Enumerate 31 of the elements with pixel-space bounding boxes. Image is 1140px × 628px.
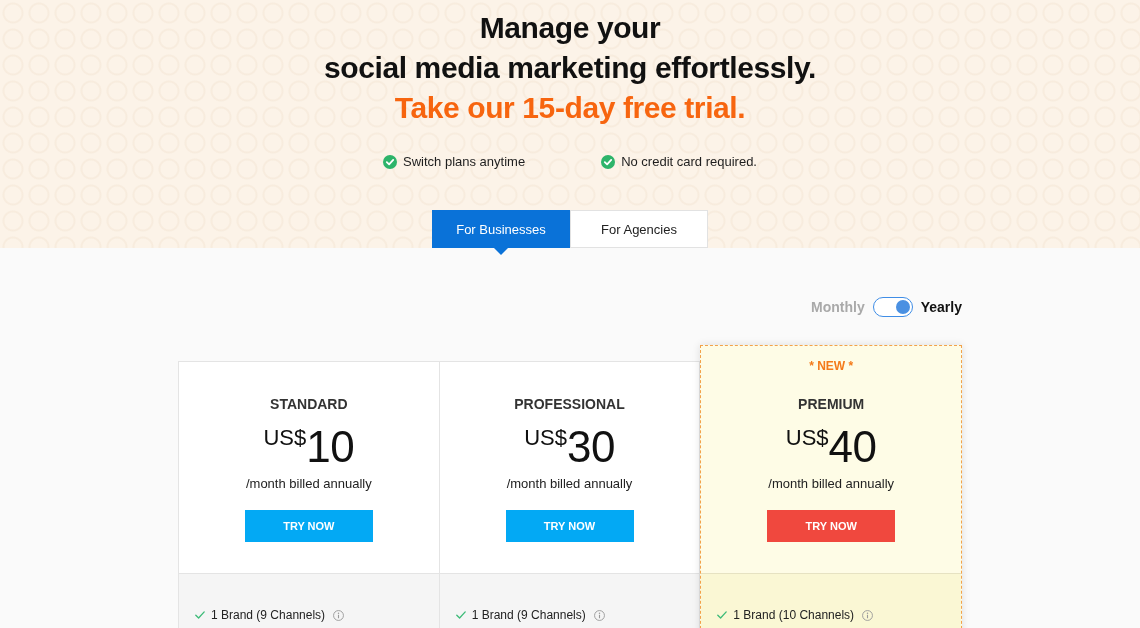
- try-now-button[interactable]: TRY NOW: [244, 510, 373, 542]
- feature-text: 1 Brand (10 Channels): [733, 607, 855, 623]
- plan-name: PROFESSIONAL: [514, 395, 625, 413]
- feature-text: 1 Brand (9 Channels): [211, 607, 326, 623]
- audience-tab[interactable]: For Businesses: [432, 210, 570, 248]
- page-title: Manage your social media marketing effortlessly.: [324, 10, 816, 86]
- info-icon[interactable]: [593, 609, 605, 621]
- audience-tab[interactable]: For Agencies: [570, 210, 708, 248]
- billing-period: /month billed annually: [506, 476, 633, 492]
- check-icon: [717, 611, 728, 619]
- feature-text: 1 Brand (9 Channels): [471, 607, 586, 623]
- billing-period: /month billed annually: [245, 476, 372, 492]
- check-circle-icon: [383, 155, 397, 169]
- new-label: * NEW *: [809, 358, 854, 375]
- info-icon[interactable]: [862, 609, 874, 621]
- perk-text: No credit card required.: [621, 154, 757, 170]
- check-icon: [455, 611, 466, 619]
- plan-name: STANDARD: [270, 395, 348, 413]
- info-icon[interactable]: [333, 609, 345, 621]
- tab-pointer-icon: [494, 248, 508, 255]
- trial-offer: Take our 15-day free trial.: [394, 90, 746, 126]
- perk-text: Switch plans anytime: [403, 154, 526, 170]
- plan-name: PREMIUM: [798, 395, 865, 413]
- yearly-label: Yearly: [920, 298, 962, 316]
- monthly-label: Monthly: [811, 298, 865, 316]
- try-now-button[interactable]: TRY NOW: [505, 510, 634, 542]
- billing-period: /month billed annually: [768, 476, 895, 492]
- check-icon: [195, 611, 205, 619]
- check-circle-icon: [601, 155, 616, 169]
- billing-toggle[interactable]: [872, 297, 913, 317]
- try-now-button[interactable]: TRY NOW: [767, 510, 896, 542]
